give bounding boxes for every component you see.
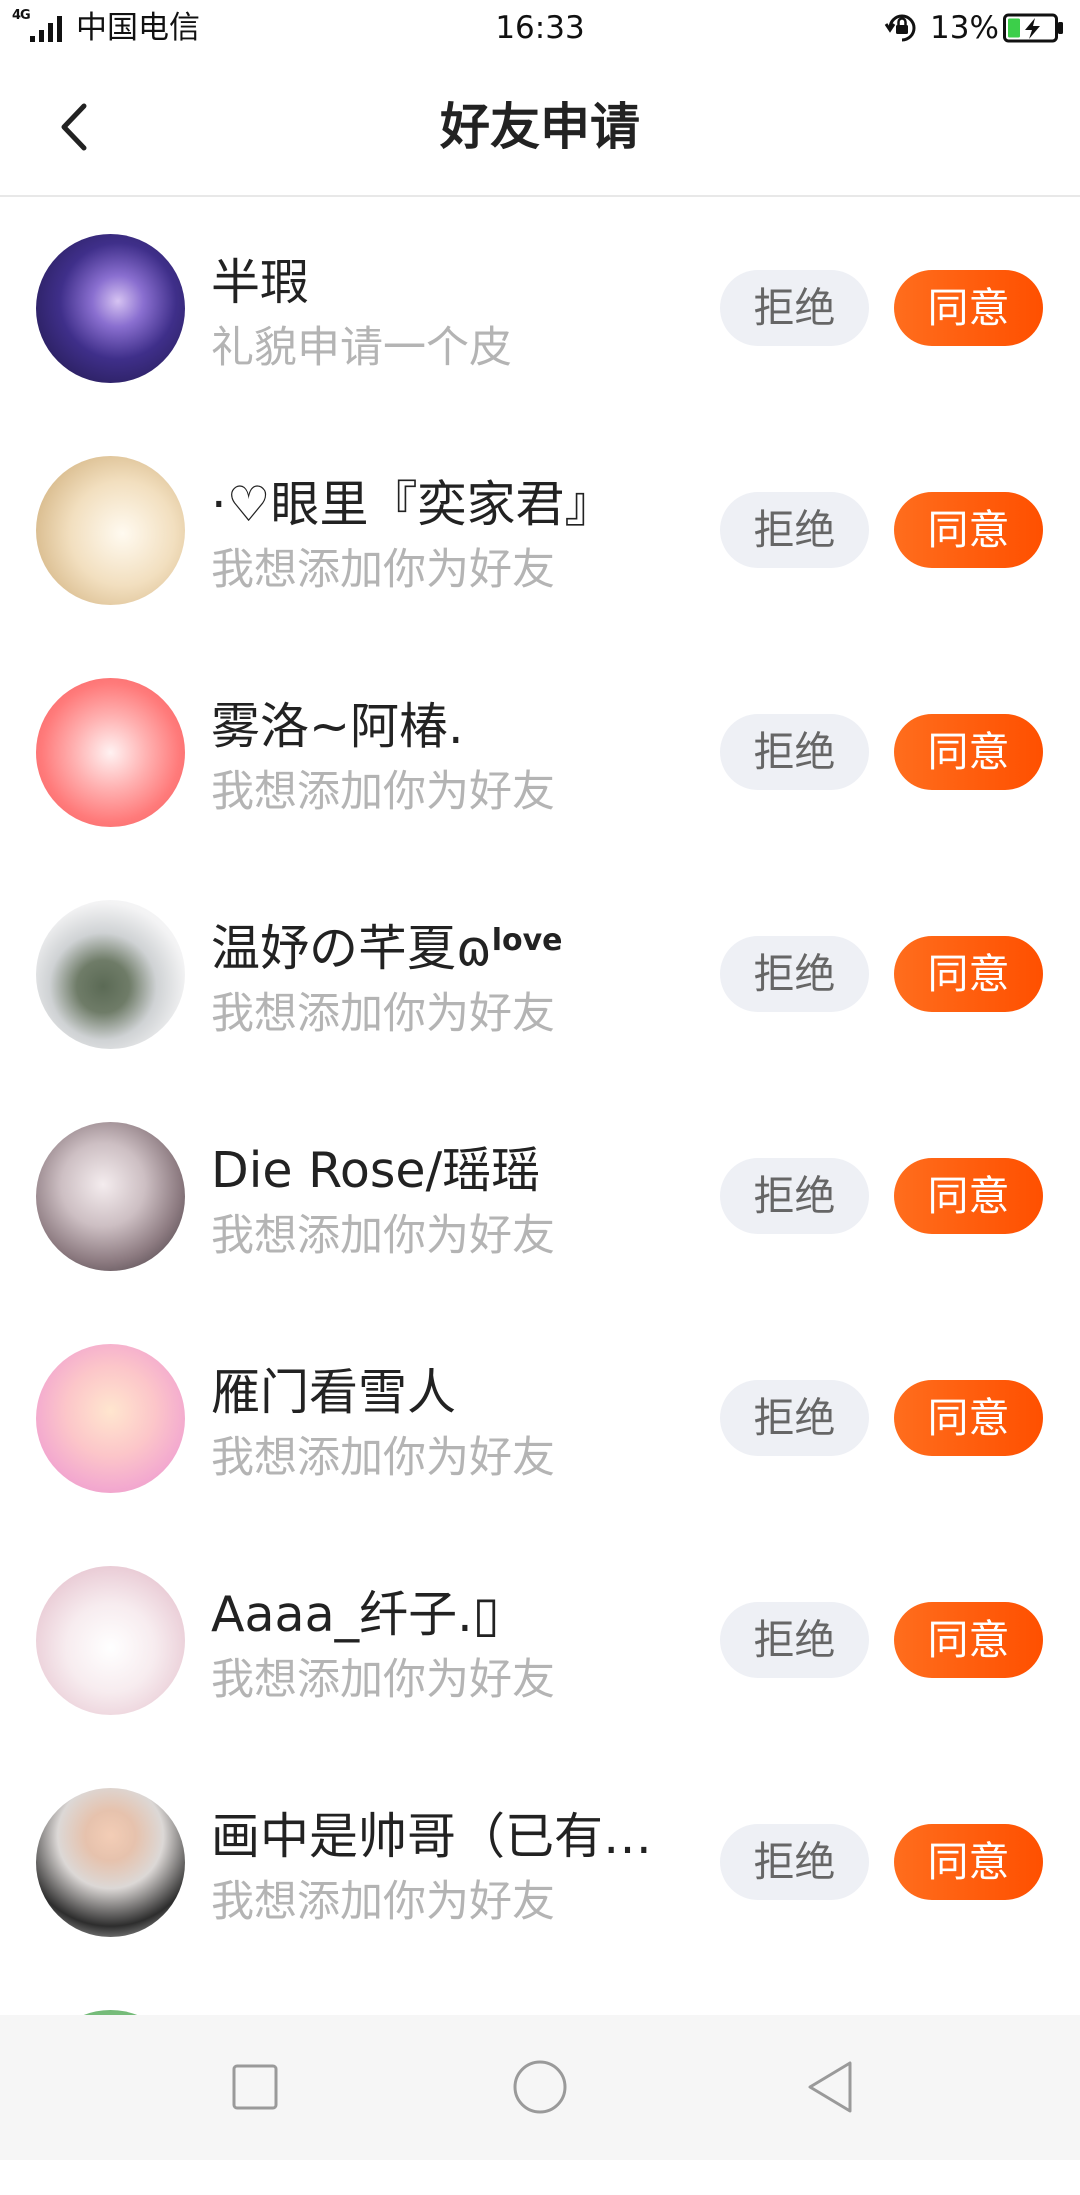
rotation-lock-icon: [884, 11, 920, 49]
requester-name: 画中是帅哥（已有…: [211, 1808, 653, 1865]
requester-name: ·♡眼里『奕家君』: [211, 476, 614, 533]
request-message: 我想添加你为好友: [211, 1433, 555, 1483]
avatar[interactable]: [36, 900, 185, 1049]
accept-button[interactable]: 同意: [894, 936, 1043, 1012]
reject-button[interactable]: 拒绝: [720, 714, 869, 790]
request-message: 我想添加你为好友: [211, 767, 555, 817]
reject-button[interactable]: 拒绝: [720, 492, 869, 568]
reject-button[interactable]: 拒绝: [720, 1602, 869, 1678]
avatar[interactable]: [36, 1788, 185, 1937]
friend-request-item[interactable]: Die Rose/瑶瑶 我想添加你为好友 拒绝 同意: [0, 1085, 1080, 1307]
system-nav-bar: [0, 2015, 1080, 2160]
reject-button[interactable]: 拒绝: [720, 936, 869, 1012]
accept-button[interactable]: 同意: [894, 1380, 1043, 1456]
request-message: 我想添加你为好友: [211, 1655, 555, 1705]
requester-name: 雁门看雪人: [211, 1364, 457, 1421]
request-message: 礼貌申请一个皮: [211, 323, 512, 373]
avatar[interactable]: [36, 234, 185, 383]
friend-request-item[interactable]: 半瑕 礼貌申请一个皮 拒绝 同意: [0, 197, 1080, 419]
friend-request-item[interactable]: 温妤の芊夏ɷlove 我想添加你为好友 拒绝 同意: [0, 863, 1080, 1085]
requester-name-text: 温妤の芊夏ɷ: [211, 920, 492, 977]
requester-name: Die Rose/瑶瑶: [211, 1142, 541, 1199]
battery-percent: 13%: [930, 10, 999, 46]
reject-button[interactable]: 拒绝: [720, 1158, 869, 1234]
requester-name: 温妤の芊夏ɷlove: [211, 919, 562, 979]
page-title: 好友申请: [440, 98, 640, 156]
friend-request-item[interactable]: Aaaa_纤子.▯ 我想添加你为好友 拒绝 同意: [0, 1529, 1080, 1751]
friend-request-item[interactable]: 雾洛~阿椿. 我想添加你为好友 拒绝 同意: [0, 641, 1080, 863]
requester-name-superscript: love: [491, 923, 563, 958]
avatar[interactable]: [36, 456, 185, 605]
friend-request-item[interactable]: 画中是帅哥（已有… 我想添加你为好友 拒绝 同意: [0, 1751, 1080, 1973]
battery-charging-icon: [1003, 13, 1065, 47]
avatar[interactable]: [36, 1344, 185, 1493]
back-nav-button[interactable]: [800, 2057, 860, 2117]
back-icon: [808, 2061, 852, 2113]
requester-name: 半瑕: [211, 254, 310, 311]
header: 好友申请: [0, 55, 1080, 197]
accept-button[interactable]: 同意: [894, 1602, 1043, 1678]
recent-apps-button[interactable]: [225, 2057, 285, 2117]
status-bar: 4G 中国电信 16:33 13%: [0, 0, 1080, 55]
home-button[interactable]: [510, 2057, 570, 2117]
reject-button[interactable]: 拒绝: [720, 1824, 869, 1900]
request-message: 我想添加你为好友: [211, 1877, 555, 1927]
avatar[interactable]: [36, 1566, 185, 1715]
friend-request-item[interactable]: 雁门看雪人 我想添加你为好友 拒绝 同意: [0, 1307, 1080, 1529]
accept-button[interactable]: 同意: [894, 1824, 1043, 1900]
accept-button[interactable]: 同意: [894, 492, 1043, 568]
friend-request-item[interactable]: ·♡眼里『奕家君』 我想添加你为好友 拒绝 同意: [0, 419, 1080, 641]
requester-name: 雾洛~阿椿.: [211, 698, 464, 755]
home-icon: [513, 2060, 567, 2114]
avatar[interactable]: [36, 1122, 185, 1271]
accept-button[interactable]: 同意: [894, 1158, 1043, 1234]
reject-button[interactable]: 拒绝: [720, 270, 869, 346]
requester-name: Aaaa_纤子.▯: [211, 1586, 500, 1643]
accept-button[interactable]: 同意: [894, 270, 1043, 346]
accept-button[interactable]: 同意: [894, 714, 1043, 790]
request-message: 我想添加你为好友: [211, 989, 555, 1039]
request-message: 我想添加你为好友: [211, 1211, 555, 1261]
avatar[interactable]: [36, 678, 185, 827]
request-message: 我想添加你为好友: [211, 545, 555, 595]
reject-button[interactable]: 拒绝: [720, 1380, 869, 1456]
recent-apps-icon: [232, 2064, 278, 2110]
